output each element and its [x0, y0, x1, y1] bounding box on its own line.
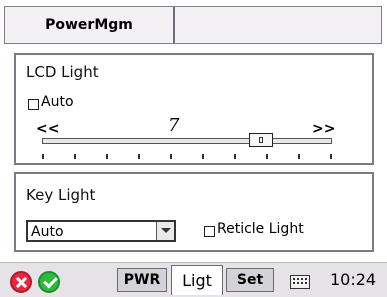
tab-pwr[interactable]: PWR [117, 268, 167, 292]
lcd-light-title: LCD Light [26, 63, 99, 81]
slider-tick [202, 154, 204, 159]
slider-tick [74, 154, 76, 159]
key-light-panel: Key Light Auto Reticle Light [14, 172, 374, 252]
brightness-slider-track[interactable] [42, 138, 332, 144]
close-icon[interactable] [10, 271, 32, 293]
slider-tick [234, 154, 236, 159]
lcd-auto-checkbox[interactable] [28, 99, 39, 110]
slider-tick [298, 154, 300, 159]
slider-decrease-label[interactable]: << [36, 121, 59, 137]
reticle-light-checkbox[interactable] [204, 226, 215, 237]
key-light-select[interactable]: Auto [26, 220, 176, 242]
keyboard-icon[interactable] [290, 275, 310, 289]
key-light-title: Key Light [26, 186, 96, 204]
ok-icon[interactable] [38, 271, 60, 293]
slider-value: 7 [168, 115, 180, 136]
brightness-slider-thumb[interactable] [249, 133, 273, 147]
key-light-select-value: Auto [31, 224, 64, 240]
slider-tick [170, 154, 172, 159]
slider-tick [106, 154, 108, 159]
slider-tick [138, 154, 140, 159]
tab-ligt[interactable]: Ligt [171, 265, 223, 295]
reticle-light-label: Reticle Light [217, 221, 304, 237]
lcd-auto-label: Auto [41, 94, 74, 110]
title-bar: PowerMgm [4, 6, 382, 44]
lcd-light-panel: LCD Light Auto << 7 >> [14, 53, 374, 165]
slider-tick [266, 154, 268, 159]
tab-set[interactable]: Set [226, 268, 274, 292]
slider-tick [330, 154, 332, 159]
app-window: PowerMgm LCD Light Auto << 7 >> Key Ligh… [0, 0, 387, 297]
slider-increase-label[interactable]: >> [312, 121, 335, 137]
chevron-down-icon[interactable] [156, 222, 174, 240]
slider-tick [42, 154, 44, 159]
window-title: PowerMgm [5, 7, 175, 43]
clock: 10:24 [330, 270, 377, 289]
taskbar: PWR Ligt Set 10:24 [0, 262, 387, 297]
